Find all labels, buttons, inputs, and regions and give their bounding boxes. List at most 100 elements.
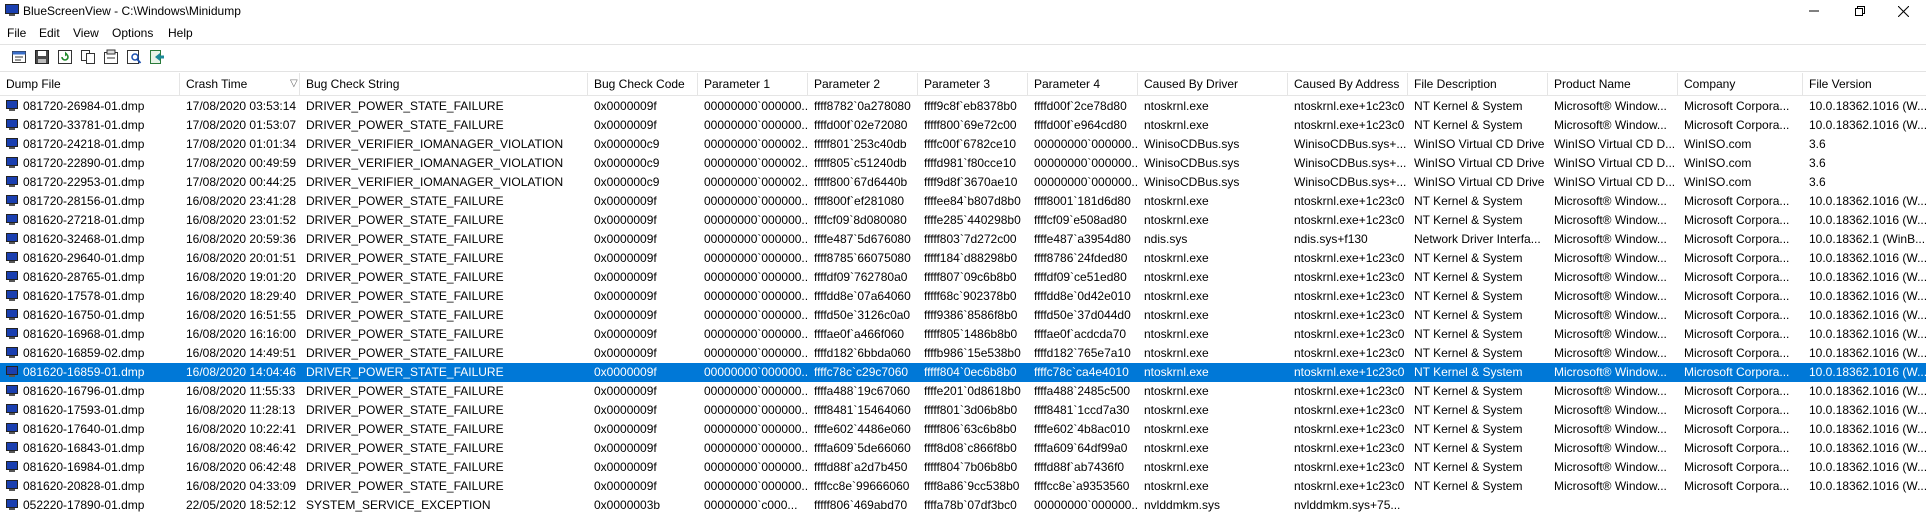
table-row[interactable]: 081720-28156-01.dmp 16/08/2020 23:41:28 DR… [0, 192, 1926, 211]
cell-file-description: NT Kernel & System [1414, 327, 1523, 341]
menu-options[interactable]: Options [112, 26, 153, 40]
cell-parameter-3: ffff9c8f`eb8378b0 [924, 99, 1017, 113]
cell-caused-by-driver: ntoskrnl.exe [1144, 403, 1209, 417]
table-row[interactable]: 081620-20828-01.dmp 16/08/2020 04:33:09 DR… [0, 477, 1926, 496]
cell-parameter-4: 00000000`000000... [1034, 137, 1138, 151]
table-row[interactable]: 081720-22953-01.dmp 17/08/2020 00:44:25 DR… [0, 173, 1926, 192]
col-product-name[interactable]: Product Name [1548, 73, 1678, 95]
cell-company: Microsoft Corpora... [1684, 384, 1790, 398]
menu-file[interactable]: File [7, 26, 26, 40]
table-row[interactable]: 081620-17640-01.dmp 16/08/2020 10:22:41 DR… [0, 420, 1926, 439]
exit-icon[interactable] [149, 49, 165, 65]
cell-parameter-3: ffffe285`440298b0 [924, 213, 1021, 227]
table-row[interactable]: 081620-17593-01.dmp 16/08/2020 11:28:13 DR… [0, 401, 1926, 420]
table-row[interactable]: 052220-17890-01.dmp 22/05/2020 18:52:12 SY… [0, 496, 1926, 515]
cell-bug-check-code: 0x0000009f [594, 118, 657, 132]
table-row[interactable]: 081620-29640-01.dmp 16/08/2020 20:01:51 DR… [0, 249, 1926, 268]
table-row[interactable]: 081620-16984-01.dmp 16/08/2020 06:42:48 DR… [0, 458, 1926, 477]
cell-file-version: 10.0.18362.1016 (W... [1809, 479, 1926, 493]
save-icon[interactable] [34, 49, 50, 65]
cell-file-version: 10.0.18362.1016 (W... [1809, 213, 1926, 227]
restore-button[interactable] [1837, 0, 1883, 22]
table-row[interactable]: 081620-16796-01.dmp 16/08/2020 11:55:33 DR… [0, 382, 1926, 401]
table-row[interactable]: 081620-16750-01.dmp 16/08/2020 16:51:55 DR… [0, 306, 1926, 325]
col-parameter-2[interactable]: Parameter 2 [808, 73, 918, 95]
col-parameter-3[interactable]: Parameter 3 [918, 73, 1028, 95]
minimize-button[interactable] [1791, 0, 1837, 22]
cell-caused-by-address: ntoskrnl.exe+1c23c0 [1294, 270, 1405, 284]
table-row[interactable]: 081620-16843-01.dmp 16/08/2020 08:46:42 DR… [0, 439, 1926, 458]
cell-parameter-4: ffffd50e`37d044d0 [1034, 308, 1131, 322]
cell-parameter-2: ffff8782`0a278080 [814, 99, 911, 113]
cell-parameter-1: 00000000`000000... [704, 99, 808, 113]
col-crash-time[interactable]: Crash Time ▽ [180, 73, 300, 95]
cell-parameter-2: ffffcf09`8d080080 [814, 213, 907, 227]
col-caused-by-address[interactable]: Caused By Address [1288, 73, 1408, 95]
cell-bug-check-string: DRIVER_POWER_STATE_FAILURE [306, 232, 504, 246]
cell-file-version: 10.0.18362.1016 (W... [1809, 99, 1926, 113]
cell-file-description: Network Driver Interfa... [1414, 232, 1541, 246]
table-row[interactable]: 081720-26984-01.dmp 17/08/2020 03:53:14 DR… [0, 97, 1926, 116]
table-row[interactable]: 081720-33781-01.dmp 17/08/2020 01:53:07 DR… [0, 116, 1926, 135]
cell-dump-file: 081620-16984-01.dmp [23, 460, 145, 474]
cell-dump-file: 081620-28765-01.dmp [23, 270, 145, 284]
table-row[interactable]: 081620-16968-01.dmp 16/08/2020 16:16:00 DR… [0, 325, 1926, 344]
table-row[interactable]: 081620-27218-01.dmp 16/08/2020 23:01:52 DR… [0, 211, 1926, 230]
col-caused-by-driver[interactable]: Caused By Driver [1138, 73, 1288, 95]
cell-caused-by-driver: WinisoCDBus.sys [1144, 137, 1240, 151]
cell-parameter-3: ffff8d08`c866f8b0 [924, 441, 1017, 455]
cell-bug-check-string: DRIVER_POWER_STATE_FAILURE [306, 346, 504, 360]
cell-bug-check-code: 0x0000009f [594, 403, 657, 417]
cell-file-description: NT Kernel & System [1414, 308, 1523, 322]
col-dump-file[interactable]: Dump File [0, 73, 180, 95]
menu-help[interactable]: Help [168, 26, 193, 40]
col-company[interactable]: Company [1678, 73, 1803, 95]
find-icon[interactable] [126, 49, 142, 65]
cell-bug-check-string: DRIVER_POWER_STATE_FAILURE [306, 460, 504, 474]
cell-bug-check-string: DRIVER_POWER_STATE_FAILURE [306, 289, 504, 303]
cell-product-name: Microsoft® Window... [1554, 479, 1667, 493]
cell-company: WinISO.com [1684, 137, 1752, 151]
col-bug-check-code[interactable]: Bug Check Code [588, 73, 698, 95]
col-parameter-4[interactable]: Parameter 4 [1028, 73, 1138, 95]
cell-caused-by-address: ntoskrnl.exe+1c23c0 [1294, 289, 1405, 303]
menu-view[interactable]: View [73, 26, 99, 40]
cell-file-description: WinISO Virtual CD Drive [1414, 137, 1545, 151]
col-file-description[interactable]: File Description [1408, 73, 1548, 95]
cell-product-name [1548, 496, 1678, 515]
table-row[interactable]: 081620-17578-01.dmp 16/08/2020 18:29:40 DR… [0, 287, 1926, 306]
cell-bug-check-string: DRIVER_VERIFIER_IOMANAGER_VIOLATION [306, 175, 564, 189]
properties-icon[interactable] [11, 49, 27, 65]
cell-parameter-4: ffffa488`2485c500 [1034, 384, 1131, 398]
cell-bug-check-code: 0x0000009f [594, 346, 657, 360]
table-row[interactable]: 081620-32468-01.dmp 16/08/2020 20:59:36 DR… [0, 230, 1926, 249]
copy-icon[interactable] [80, 49, 96, 65]
col-bug-check-string[interactable]: Bug Check String [300, 73, 588, 95]
cell-parameter-3: fffff184`d88298b0 [924, 251, 1018, 265]
cell-bug-check-code: 0x000000c9 [594, 156, 660, 170]
cell-bug-check-string: DRIVER_POWER_STATE_FAILURE [306, 441, 504, 455]
table-row[interactable]: 081620-16859-02.dmp 16/08/2020 14:49:51 DR… [0, 344, 1926, 363]
cell-crash-time: 16/08/2020 14:49:51 [186, 346, 297, 360]
cell-company: Microsoft Corpora... [1684, 460, 1790, 474]
close-button[interactable] [1880, 0, 1926, 22]
cell-parameter-1: 00000000`000002... [704, 175, 808, 189]
table-row[interactable]: 081720-22890-01.dmp 17/08/2020 00:49:59 DR… [0, 154, 1926, 173]
col-file-version[interactable]: File Version [1803, 73, 1926, 95]
menu-edit[interactable]: Edit [39, 26, 60, 40]
cell-crash-time: 16/08/2020 08:46:42 [186, 441, 297, 455]
cell-parameter-4: ffff8786`24fded80 [1034, 251, 1128, 265]
cell-dump-file: 081720-22953-01.dmp [23, 175, 145, 189]
table-row[interactable]: 081620-16859-01.dmp 16/08/2020 14:04:46 DR… [0, 363, 1926, 382]
cell-product-name: WinISO Virtual CD D... [1554, 137, 1676, 151]
cell-file-version: 3.6 [1809, 175, 1826, 189]
options-icon[interactable] [103, 49, 119, 65]
col-parameter-1[interactable]: Parameter 1 [698, 73, 808, 95]
cell-dump-file: 081620-16859-01.dmp [23, 365, 145, 379]
table-row[interactable]: 081720-24218-01.dmp 17/08/2020 01:01:34 DR… [0, 135, 1926, 154]
table-row[interactable]: 081620-28765-01.dmp 16/08/2020 19:01:20 DR… [0, 268, 1926, 287]
refresh-icon[interactable] [57, 49, 73, 65]
cell-parameter-3: ffff9d8f`3670ae10 [924, 175, 1018, 189]
cell-caused-by-address: ntoskrnl.exe+1c23c0 [1294, 118, 1405, 132]
cell-bug-check-code: 0x0000003b [594, 498, 661, 512]
